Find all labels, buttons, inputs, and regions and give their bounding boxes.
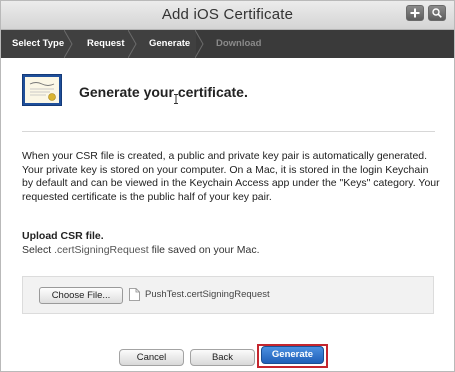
step-request: Request [87,38,125,49]
text-cursor-icon [174,94,178,104]
window-title: Add iOS Certificate [161,6,294,23]
selected-file-name: PushTest.certSigningRequest [145,289,270,300]
step-separator [195,30,204,58]
step-separator [64,30,73,58]
step-separator [128,30,137,58]
upload-instructions: Select .certSigningRequest file saved on… [22,244,260,256]
divider [22,131,435,132]
step-download: Download [216,38,262,49]
search-button[interactable] [428,5,446,21]
dialog-window: Add iOS Certificate Select Type Request [0,0,455,372]
cancel-button[interactable]: Cancel [119,349,184,366]
description-paragraph: When your CSR file is created, a public … [22,150,440,203]
file-icon [129,288,140,301]
steps-bar: Select Type Request Generate Download [1,30,454,58]
plus-icon [410,8,420,18]
certificate-icon [22,74,62,106]
step-select-type: Select Type [12,38,65,49]
page-title: Generate your certificate. [79,84,248,100]
add-button[interactable] [406,5,424,21]
step-generate: Generate [149,38,191,49]
file-upload-area: Choose File... PushTest.certSigningReque… [22,276,434,314]
footer: Cancel Back Generate [1,332,454,371]
file-extension: .certSigningRequest [54,244,149,256]
upload-section-title: Upload CSR file. [22,230,104,242]
generate-button-highlight [257,344,328,368]
choose-file-button[interactable]: Choose File... [39,287,123,304]
back-button[interactable]: Back [190,349,255,366]
search-icon [432,8,442,18]
title-bar: Add iOS Certificate [1,1,454,30]
